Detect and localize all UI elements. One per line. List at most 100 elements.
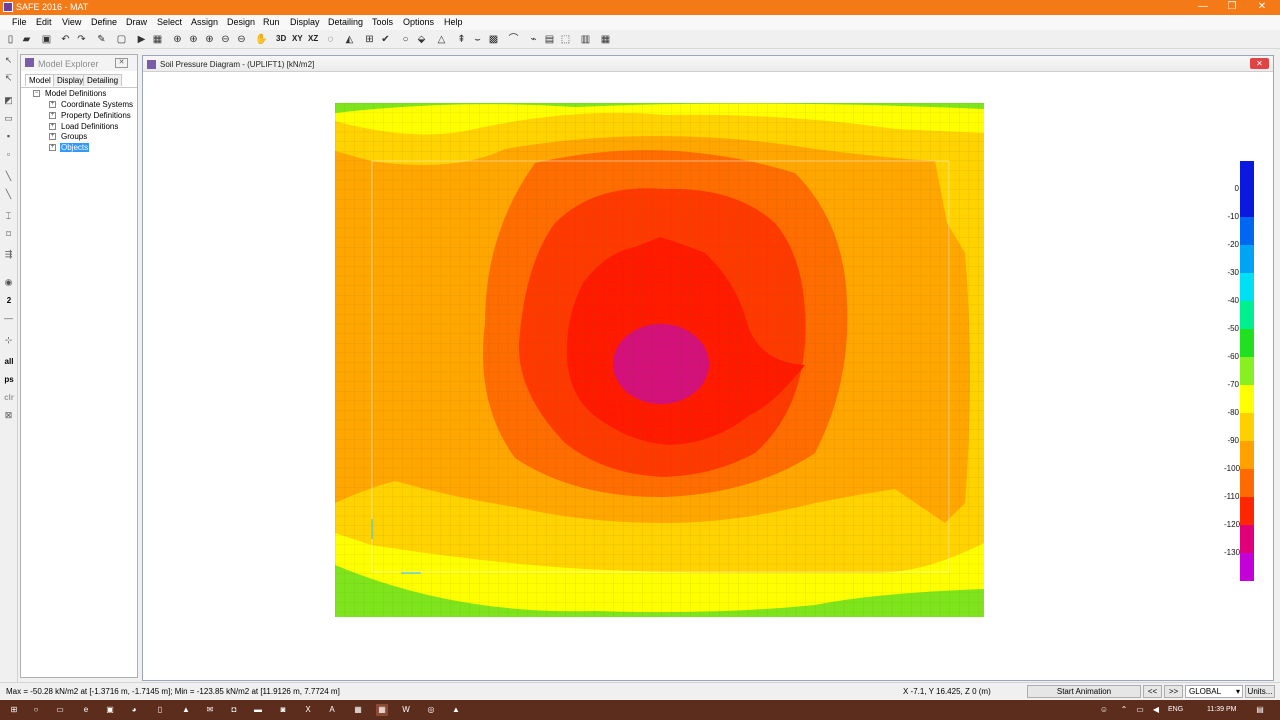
- perspective-icon[interactable]: ◭: [343, 33, 356, 46]
- previous-step-button[interactable]: <<: [1143, 685, 1162, 698]
- draw-point-icon[interactable]: ◉: [2, 276, 15, 289]
- chevron-up-icon[interactable]: ⌃: [1118, 704, 1130, 716]
- task-view-icon[interactable]: ▭: [54, 704, 66, 716]
- zoom-window-icon[interactable]: ⊕: [171, 33, 184, 46]
- calculator-icon[interactable]: ▯: [154, 704, 166, 716]
- punching-check-icon[interactable]: ▥: [579, 33, 592, 46]
- tree-property-definitions[interactable]: Property Definitions: [61, 111, 131, 120]
- menu-assign[interactable]: Assign: [191, 17, 218, 27]
- edit-pencil-icon[interactable]: ✎: [95, 33, 108, 46]
- view-3d-button[interactable]: 3D: [276, 34, 286, 43]
- minimize-button[interactable]: —: [1189, 0, 1217, 15]
- clear-selection-button[interactable]: clr: [1, 393, 17, 402]
- zoom-all-icon[interactable]: ⊖: [235, 33, 248, 46]
- previous-selection-button[interactable]: ps: [1, 375, 17, 384]
- save-icon[interactable]: ▣: [40, 33, 53, 46]
- expand-icon[interactable]: +: [49, 123, 56, 130]
- app-icon-3[interactable]: ◘: [228, 704, 240, 716]
- deformed-shape-icon[interactable]: ⬙: [415, 33, 428, 46]
- strip-forces-icon[interactable]: ⌒: [507, 33, 520, 46]
- app-icon-1[interactable]: ◕: [128, 704, 140, 716]
- coordinate-system-select[interactable]: GLOBAL ▾: [1185, 685, 1243, 698]
- clock[interactable]: 11:39 PM: [1207, 706, 1236, 713]
- beam-forces-icon[interactable]: ⌁: [527, 33, 540, 46]
- rotate-view-icon[interactable]: ◌: [324, 33, 337, 46]
- slab-forces-icon[interactable]: ▤: [543, 33, 556, 46]
- pointer-icon[interactable]: ↖: [2, 54, 15, 67]
- lock-icon[interactable]: ▢: [115, 33, 128, 46]
- menu-tools[interactable]: Tools: [372, 17, 393, 27]
- warning-icon[interactable]: △: [435, 33, 448, 46]
- tree-coordinate-systems[interactable]: Coordinate Systems: [61, 100, 133, 109]
- dimension-button[interactable]: 2: [1, 296, 17, 305]
- draw-line-icon[interactable]: ╲: [2, 170, 15, 183]
- mail-icon[interactable]: ✉: [204, 704, 216, 716]
- notification-icon[interactable]: ▤: [1254, 704, 1266, 716]
- new-file-icon[interactable]: ▯: [4, 33, 17, 46]
- people-icon[interactable]: ☺: [1098, 704, 1110, 716]
- menu-view[interactable]: View: [62, 17, 81, 27]
- expand-icon[interactable]: +: [49, 101, 56, 108]
- menu-define[interactable]: Define: [91, 17, 117, 27]
- volume-icon[interactable]: ◀: [1150, 704, 1162, 716]
- app-icon-6[interactable]: ▲: [450, 704, 462, 716]
- menu-detailing[interactable]: Detailing: [328, 17, 363, 27]
- next-step-button[interactable]: >>: [1164, 685, 1183, 698]
- restore-button[interactable]: ❐: [1218, 0, 1246, 15]
- forces-icon[interactable]: ⌣: [471, 33, 484, 46]
- run-analysis-icon[interactable]: ▦: [151, 33, 164, 46]
- tab-detailing[interactable]: Detailing: [83, 74, 123, 86]
- check-icon[interactable]: ✔: [379, 33, 392, 46]
- pan-icon[interactable]: ✋: [255, 33, 268, 46]
- reshape-icon[interactable]: ↸: [2, 72, 15, 85]
- menu-display[interactable]: Display: [290, 17, 320, 27]
- slab-stresses-icon[interactable]: ⬚: [559, 33, 572, 46]
- app-icon-5[interactable]: ▦: [352, 704, 364, 716]
- reactions-icon[interactable]: ⇞: [455, 33, 468, 46]
- word-icon[interactable]: W: [400, 704, 412, 716]
- close-button[interactable]: ✕: [1248, 0, 1276, 15]
- draw-area-icon[interactable]: ◩: [2, 94, 15, 107]
- app-icon-4[interactable]: ◙: [277, 704, 289, 716]
- snap-icon[interactable]: ⊹: [2, 334, 15, 347]
- excel-icon[interactable]: X: [302, 704, 314, 716]
- chrome-icon[interactable]: ◎: [425, 704, 437, 716]
- menu-design[interactable]: Design: [227, 17, 255, 27]
- table-icon[interactable]: ▦: [599, 33, 612, 46]
- undo-icon[interactable]: ↶: [59, 33, 72, 46]
- tree-groups[interactable]: Groups: [61, 132, 87, 141]
- language-indicator[interactable]: ENG: [1168, 706, 1183, 713]
- tree-load-definitions[interactable]: Load Definitions: [61, 122, 118, 131]
- zoom-out-icon[interactable]: ⊖: [219, 33, 232, 46]
- open-file-icon[interactable]: ▰: [20, 33, 33, 46]
- acrobat-icon[interactable]: A: [326, 704, 338, 716]
- search-icon[interactable]: ○: [30, 704, 42, 716]
- draw-wall-icon[interactable]: ▫: [2, 148, 15, 161]
- circle-icon[interactable]: ○: [399, 33, 412, 46]
- file-explorer-icon[interactable]: ▬: [252, 704, 264, 716]
- menu-edit[interactable]: Edit: [36, 17, 52, 27]
- tab-model[interactable]: Model: [25, 74, 55, 86]
- draw-dimension-icon[interactable]: ―: [2, 312, 15, 325]
- soil-pressure-icon[interactable]: ▩: [487, 33, 500, 46]
- zoom-in-icon[interactable]: ⊕: [203, 33, 216, 46]
- edge-icon[interactable]: e: [80, 704, 92, 716]
- menu-help[interactable]: Help: [444, 17, 463, 27]
- draw-column-icon[interactable]: ⌶: [2, 210, 15, 223]
- units-button[interactable]: Units...: [1245, 685, 1275, 698]
- menu-select[interactable]: Select: [157, 17, 182, 27]
- windows-start-icon[interactable]: ⊞: [8, 704, 20, 716]
- select-all-button[interactable]: all: [1, 357, 17, 366]
- view-xz-button[interactable]: XZ: [308, 34, 318, 43]
- expand-icon[interactable]: +: [49, 133, 56, 140]
- document-close-button[interactable]: ✕: [1250, 58, 1269, 69]
- network-icon[interactable]: ▭: [1134, 704, 1146, 716]
- draw-strip-icon[interactable]: ⌑: [2, 228, 15, 241]
- app-icon-2[interactable]: ▲: [180, 704, 192, 716]
- model-explorer-close-icon[interactable]: ✕: [115, 58, 128, 68]
- draw-quick-area-icon[interactable]: ▪: [2, 130, 15, 143]
- intersect-line-select-icon[interactable]: ⊠: [2, 409, 15, 422]
- zoom-restore-icon[interactable]: ⊕: [187, 33, 200, 46]
- menu-draw[interactable]: Draw: [126, 17, 147, 27]
- draw-tendon-icon[interactable]: ⇶: [2, 248, 15, 261]
